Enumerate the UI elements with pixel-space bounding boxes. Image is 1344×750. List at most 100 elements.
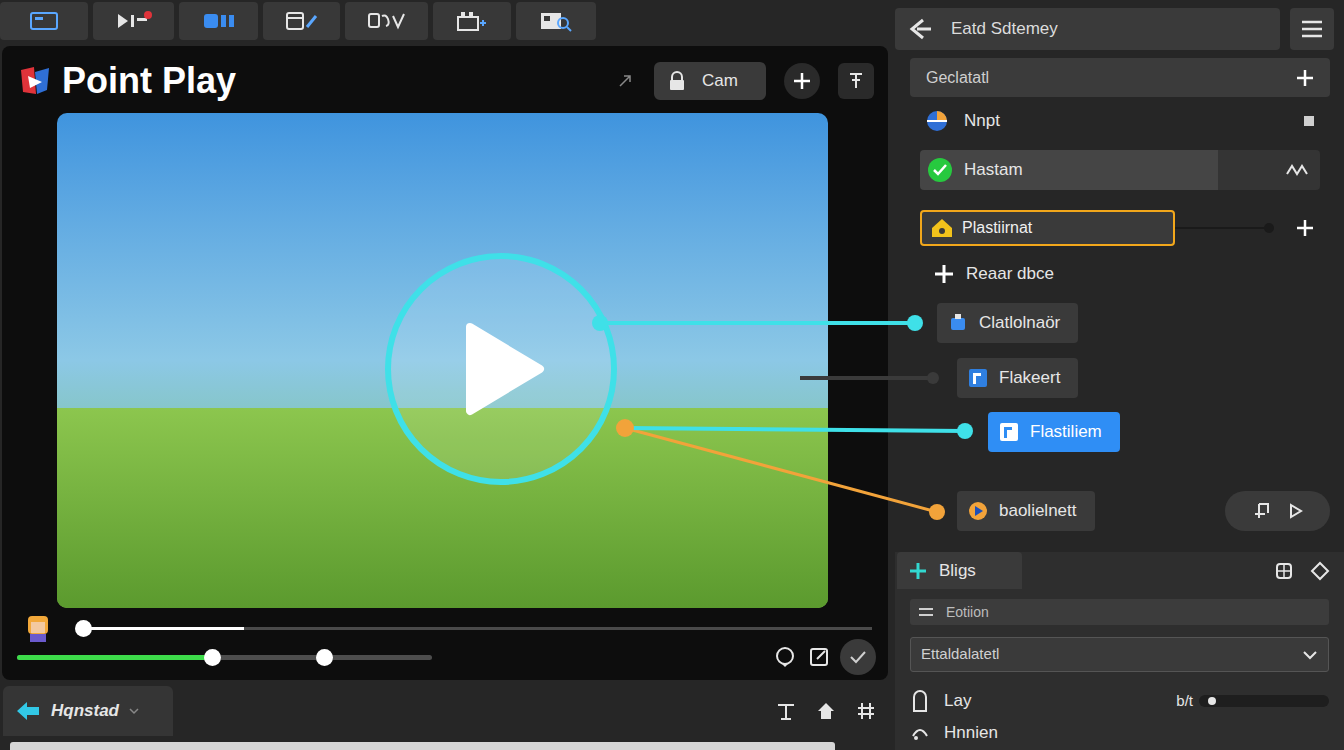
- property-slider[interactable]: [1199, 695, 1329, 707]
- node-label: Flastiliem: [1030, 419, 1102, 445]
- inspector-item[interactable]: Clatlolnaör: [937, 303, 1344, 343]
- check-extra: [1218, 150, 1320, 190]
- field-row[interactable]: Plastiirnat: [920, 210, 1175, 246]
- inspector-item[interactable]: Nnpt: [925, 105, 1314, 137]
- back-icon[interactable]: [909, 18, 933, 40]
- node[interactable]: Flastiliem: [988, 412, 1120, 452]
- app-title: Point Play: [62, 63, 236, 99]
- plus-icon: [792, 71, 812, 91]
- volume-row: [2, 644, 888, 670]
- menu-button[interactable]: [1290, 8, 1334, 50]
- input-label: Nnpt: [964, 108, 1000, 134]
- node[interactable]: baolielnett: [957, 491, 1095, 531]
- node[interactable]: Flakeert: [957, 358, 1078, 398]
- property-row: Hnnien: [910, 720, 1329, 746]
- inspector-item[interactable]: baolielnett: [957, 491, 1330, 531]
- volume-track[interactable]: [17, 655, 432, 660]
- crop-icon[interactable]: [1253, 501, 1273, 521]
- plus-icon[interactable]: [1296, 219, 1314, 237]
- input-icon: [925, 109, 949, 133]
- layer-icon: [910, 689, 930, 713]
- marker-thumb[interactable]: [316, 649, 333, 666]
- plus-icon[interactable]: [1296, 69, 1314, 87]
- group-header-label: Geclatatl: [926, 66, 989, 90]
- layers-icon: [455, 9, 489, 33]
- check-row[interactable]: Hastam: [920, 150, 1218, 190]
- edit-button[interactable]: [263, 2, 340, 40]
- pin-button[interactable]: [838, 63, 874, 99]
- add-button[interactable]: [784, 63, 820, 99]
- home-icon[interactable]: [816, 701, 836, 721]
- confirm-button[interactable]: [840, 639, 876, 675]
- screen-button[interactable]: [0, 2, 88, 40]
- checkbox[interactable]: [928, 158, 952, 182]
- house-icon: [930, 217, 954, 239]
- comment-icon[interactable]: [774, 646, 796, 668]
- bottom-strip: [10, 742, 835, 750]
- type-dropdown[interactable]: Ettaldalatetl: [910, 637, 1329, 672]
- grid-button[interactable]: [179, 2, 258, 40]
- property-row: Layb/t: [910, 688, 1329, 714]
- align-icon[interactable]: [776, 701, 796, 721]
- play-icon: [456, 319, 546, 419]
- chevron-icon: [129, 707, 139, 715]
- name-field[interactable]: Eotiion: [910, 599, 1329, 625]
- check-icon: [849, 650, 867, 664]
- layers-button[interactable]: [433, 2, 511, 40]
- toolbar: [0, 0, 890, 46]
- video-frame[interactable]: [57, 113, 828, 608]
- progress-thumb[interactable]: [75, 620, 92, 637]
- player-panel: Point Play Cam: [2, 46, 888, 680]
- export-button[interactable]: [345, 2, 428, 40]
- hook-icon: [910, 722, 930, 742]
- diamond-icon[interactable]: [1310, 561, 1330, 581]
- arrow-icon: [15, 699, 41, 723]
- volume-thumb[interactable]: [204, 649, 221, 666]
- progress-track[interactable]: [77, 627, 872, 630]
- node-icon: [967, 367, 989, 389]
- node[interactable]: Clatlolnaör: [937, 303, 1078, 343]
- app-logo-icon: [18, 64, 52, 98]
- inspector-item[interactable]: Reaar dbce: [930, 258, 1344, 290]
- progress-fill: [77, 627, 244, 630]
- inspector-item[interactable]: Flastiliem: [988, 412, 1344, 452]
- field-label: Plastiirnat: [962, 216, 1032, 240]
- inspector-item[interactable]: Flakeert: [957, 358, 1344, 398]
- grid-icon: [202, 11, 236, 31]
- settings-icon[interactable]: [1274, 561, 1294, 581]
- play-button[interactable]: [385, 253, 617, 485]
- share-icon[interactable]: [808, 646, 830, 668]
- section-tab[interactable]: Bligs: [897, 552, 1022, 589]
- search-media-icon: [538, 9, 574, 33]
- bottom-tab-label: Hqnstad: [51, 698, 119, 724]
- edit-icon: [285, 10, 319, 32]
- section-tab-label: Bligs: [939, 558, 976, 584]
- inspector-item[interactable]: Plastiirnat: [920, 210, 1314, 246]
- progress-row: [2, 612, 888, 644]
- editor-column: Point Play Cam: [0, 0, 890, 750]
- search-button[interactable]: [516, 2, 596, 40]
- node-label: baolielnett: [999, 498, 1077, 524]
- inspector-item[interactable]: Geclatatl: [910, 58, 1330, 97]
- section-body: Eotiion Ettaldalatetl Layb/t Hnnien: [895, 589, 1344, 745]
- inspector-item[interactable]: Hastam: [920, 150, 1320, 190]
- record-button[interactable]: [93, 2, 174, 40]
- wave-icon[interactable]: [1286, 164, 1308, 176]
- square-icon[interactable]: [1304, 116, 1314, 126]
- check-icon: [933, 164, 947, 176]
- input-row[interactable]: Nnpt: [925, 105, 1314, 137]
- node-label: Flakeert: [999, 365, 1060, 391]
- link-dot: [1264, 223, 1274, 233]
- inspector-panel: Eatd Sdtemey GeclatatlNnptHastamPlastiir…: [895, 0, 1344, 750]
- expand-icon[interactable]: [618, 74, 632, 88]
- cam-button[interactable]: Cam: [654, 62, 766, 100]
- hash-icon[interactable]: [856, 701, 876, 721]
- play-icon[interactable]: [1289, 503, 1303, 519]
- node-icon: [998, 421, 1020, 443]
- add-row[interactable]: Reaar dbce: [930, 258, 1058, 290]
- group-header[interactable]: Geclatatl: [910, 58, 1330, 97]
- node-actions[interactable]: [1225, 491, 1330, 531]
- slider-thumb[interactable]: [1208, 697, 1216, 705]
- bottom-tab[interactable]: Hqnstad: [3, 686, 173, 736]
- pin-icon: [847, 71, 865, 91]
